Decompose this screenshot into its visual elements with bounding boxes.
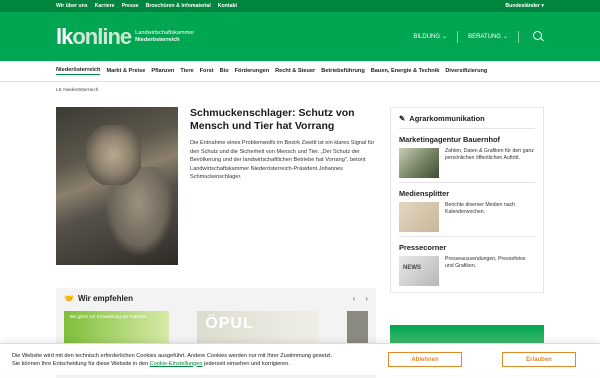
section-text: Zahlen, Daten & Grafiken für den ganz pe… xyxy=(445,148,535,162)
section-title[interactable]: Pressecorner xyxy=(399,243,535,252)
chevron-right-icon[interactable]: › xyxy=(365,294,368,303)
decline-button[interactable]: Ablehnen xyxy=(388,352,462,367)
cookie-text: Die Website wird mit den technisch erfor… xyxy=(12,352,388,368)
newspaper-thumbnail[interactable]: NEWS xyxy=(399,256,439,286)
feature-article[interactable]: Schmuckenschlager: Schutz von Mensch und… xyxy=(56,107,376,265)
nav-divider xyxy=(457,31,458,43)
logo-line1: Landwirtschaftskammer xyxy=(135,30,194,37)
handshake-icon: 🤝 xyxy=(64,294,74,303)
header-nav: BILDUNG⌄ BERATUNG⌄ xyxy=(413,31,519,43)
chevron-left-icon[interactable]: ‹ xyxy=(353,294,356,303)
sidebar-section-mediensplitter[interactable]: Mediensplitter Berichte diverser Medien … xyxy=(399,182,535,232)
logo-online: online xyxy=(72,24,131,49)
link-press[interactable]: Presse xyxy=(122,3,139,9)
main-header: lkonline Landwirtschaftskammer Niederöst… xyxy=(0,12,600,61)
topic-tiere[interactable]: Tiere xyxy=(180,68,193,74)
logo-lk: lk xyxy=(56,24,72,49)
link-brochures[interactable]: Broschüren & Infomaterial xyxy=(146,3,211,9)
sidebar-agrarkommunikation: ✎ Agrarkommunikation Marketingagentur Ba… xyxy=(390,107,544,293)
cookie-line2-post: jederzeit einsehen und korrigieren. xyxy=(203,361,290,367)
sidebar-section-marketing[interactable]: Marketingagentur Bauernhof Zahlen, Daten… xyxy=(399,128,535,178)
site-logo[interactable]: lkonline Landwirtschaftskammer Niederöst… xyxy=(56,24,194,50)
topic-bauen-energie-technik[interactable]: Bauen, Energie & Technik xyxy=(371,68,440,74)
feature-title[interactable]: Schmuckenschlager: Schutz von Mensch und… xyxy=(190,107,376,133)
main-content: Schmuckenschlager: Schutz von Mensch und… xyxy=(56,107,376,265)
link-contact[interactable]: Kontakt xyxy=(218,3,237,9)
nav-bildung-label: BILDUNG xyxy=(413,34,440,40)
topic-recht-steuer[interactable]: Recht & Steuer xyxy=(275,68,315,74)
topic-niederoesterreich[interactable]: Niederösterreich xyxy=(56,67,100,75)
cookie-settings-link[interactable]: Cookie-Einstellungen xyxy=(150,361,203,367)
nav-beratung-label: BERATUNG xyxy=(468,34,501,40)
wolf-image[interactable] xyxy=(56,107,178,265)
topic-nav: Niederösterreich Markt & Preise Pflanzen… xyxy=(0,61,600,82)
topic-markt-preise[interactable]: Markt & Preise xyxy=(106,68,145,74)
nav-divider xyxy=(518,31,519,43)
cookie-line2-pre: Sie können Ihre Entscheidung für diese W… xyxy=(12,361,150,367)
nav-beratung[interactable]: BERATUNG⌄ xyxy=(468,33,508,40)
accept-button[interactable]: Erlauben xyxy=(502,352,576,367)
feature-text: Die Entnahme eines Problemwolfs im Bezir… xyxy=(190,139,376,182)
cookie-banner: Die Website wird mit den technisch erfor… xyxy=(0,343,600,375)
chevron-down-icon: ⌄ xyxy=(442,33,447,40)
nav-bildung[interactable]: BILDUNG⌄ xyxy=(413,33,447,40)
sidebar-section-pressecorner[interactable]: Pressecorner NEWS Presseaussendungen, Pr… xyxy=(399,236,535,286)
recommend-title: Wir empfehlen xyxy=(78,294,133,303)
topic-betriebsfuehrung[interactable]: Betriebsführung xyxy=(321,68,365,74)
sidebar-title: Agrarkommunikation xyxy=(409,114,484,123)
edit-icon: ✎ xyxy=(399,114,405,123)
section-text: Presseaussendungen, Pressefotos und Graf… xyxy=(445,256,535,270)
topic-foerderungen[interactable]: Förderungen xyxy=(235,68,270,74)
link-about[interactable]: Wir über uns xyxy=(56,3,88,9)
section-text: Berichte diverser Medien nach Kalenderwo… xyxy=(445,202,535,216)
cookie-line1: Die Website wird mit den technisch erfor… xyxy=(12,352,388,360)
section-title[interactable]: Mediensplitter xyxy=(399,189,535,198)
link-career[interactable]: Karriere xyxy=(95,3,115,9)
logo-line2: Niederösterreich xyxy=(135,37,194,44)
marketing-thumbnail[interactable] xyxy=(399,148,439,178)
chevron-down-icon: ⌄ xyxy=(503,33,508,40)
top-utility-bar: Wir über uns Karriere Presse Broschüren … xyxy=(0,0,600,12)
region-selector[interactable]: Bundesländer ▾ xyxy=(505,3,544,9)
topic-bio[interactable]: Bio xyxy=(220,68,229,74)
topic-forst[interactable]: Forst xyxy=(200,68,214,74)
section-title[interactable]: Marketingagentur Bauernhof xyxy=(399,135,535,144)
topic-pflanzen[interactable]: Pflanzen xyxy=(151,68,174,74)
search-icon[interactable] xyxy=(533,31,544,42)
topic-diversifizierung[interactable]: Diversifizierung xyxy=(445,68,487,74)
breadcrumb[interactable]: LK Niederösterreich xyxy=(0,82,600,93)
wolf-head-shape xyxy=(86,125,141,185)
mediensplitter-thumbnail[interactable] xyxy=(399,202,439,232)
utility-links: Wir über uns Karriere Presse Broschüren … xyxy=(56,3,237,9)
